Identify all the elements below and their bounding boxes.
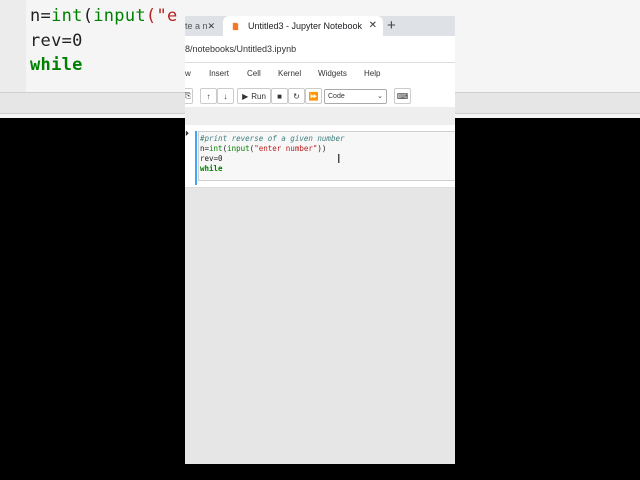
fast-forward-icon: ⏩	[308, 91, 319, 101]
header-separator	[185, 107, 455, 125]
run-label: Run	[251, 91, 266, 101]
background-code-line: rev=0	[30, 31, 83, 51]
chevron-down-icon: ⌄	[377, 93, 383, 100]
jupyter-page: w Insert Cell Kernel Widgets Help ⎘ ↑ ↓ …	[185, 63, 455, 464]
keyboard-icon: ⌨	[396, 91, 409, 101]
cell-type-value: Code	[328, 93, 345, 100]
command-palette-button[interactable]: ⌨	[394, 88, 411, 104]
run-cell-icon[interactable]: ⏵	[185, 129, 189, 139]
address-bar[interactable]: 8/notebooks/Untitled3.ipynb	[185, 36, 455, 63]
background-code-line: while	[30, 55, 83, 75]
stop-icon: ■	[277, 91, 282, 101]
tab-jupyter-notebook[interactable]: Untitled3 - Jupyter Notebook ✕	[223, 16, 383, 36]
restart-icon: ↻	[293, 91, 300, 101]
move-down-button[interactable]: ↓	[217, 88, 234, 104]
menu-bar: w Insert Cell Kernel Widgets Help	[185, 63, 455, 87]
play-icon: ▶	[242, 91, 249, 101]
run-button[interactable]: ▶ Run	[237, 88, 271, 104]
jupyter-logo-icon	[232, 22, 239, 30]
restart-button[interactable]: ↻	[288, 88, 305, 104]
code-line: while	[200, 164, 223, 173]
code-line: n=int(input("enter number"))	[200, 144, 327, 153]
browser-window: te a n ✕ Untitled3 - Jupyter Notebook ✕ …	[185, 16, 455, 464]
restart-run-all-button[interactable]: ⏩	[305, 88, 322, 104]
move-up-button[interactable]: ↑	[200, 88, 217, 104]
menu-kernel[interactable]: Kernel	[278, 69, 301, 78]
menu-view[interactable]: w	[185, 69, 191, 78]
arrow-down-icon: ↓	[223, 91, 228, 101]
menu-widgets[interactable]: Widgets	[318, 69, 347, 78]
menu-insert[interactable]: Insert	[209, 69, 229, 78]
menu-help[interactable]: Help	[364, 69, 380, 78]
text-cursor-icon: I	[337, 152, 341, 166]
close-icon[interactable]: ✕	[369, 20, 377, 31]
background-code-line: n=int(input("e	[30, 6, 178, 26]
url-text[interactable]: 8/notebooks/Untitled3.ipynb	[185, 44, 296, 54]
tab-label: te a n	[185, 21, 208, 31]
notebook-empty-area	[185, 188, 455, 464]
background-left-strip	[0, 0, 26, 92]
code-line: rev=0	[200, 154, 223, 163]
code-cell-input[interactable]: #print reverse of a given number n=int(i…	[198, 131, 455, 181]
tab-label: Untitled3 - Jupyter Notebook	[248, 21, 363, 31]
arrow-up-icon: ↑	[206, 91, 211, 101]
new-tab-button[interactable]: +	[387, 17, 396, 35]
notebook-container: ⏵ #print reverse of a given number n=int…	[185, 125, 455, 188]
tab-bar: te a n ✕ Untitled3 - Jupyter Notebook ✕ …	[185, 16, 455, 36]
tab-previous[interactable]: te a n ✕	[185, 16, 221, 36]
close-icon[interactable]: ✕	[207, 21, 215, 32]
menu-cell[interactable]: Cell	[247, 69, 261, 78]
interrupt-button[interactable]: ■	[271, 88, 288, 104]
cell-type-select[interactable]: Code ⌄	[324, 89, 387, 104]
code-line: #print reverse of a given number	[200, 134, 345, 143]
paste-button[interactable]: ⎘	[185, 88, 193, 104]
code-cell[interactable]: #print reverse of a given number n=int(i…	[195, 131, 455, 185]
notebook-toolbar: ⎘ ↑ ↓ ▶ Run ■ ↻ ⏩ Code ⌄ ⌨	[185, 87, 455, 107]
paste-icon: ⎘	[185, 91, 192, 100]
